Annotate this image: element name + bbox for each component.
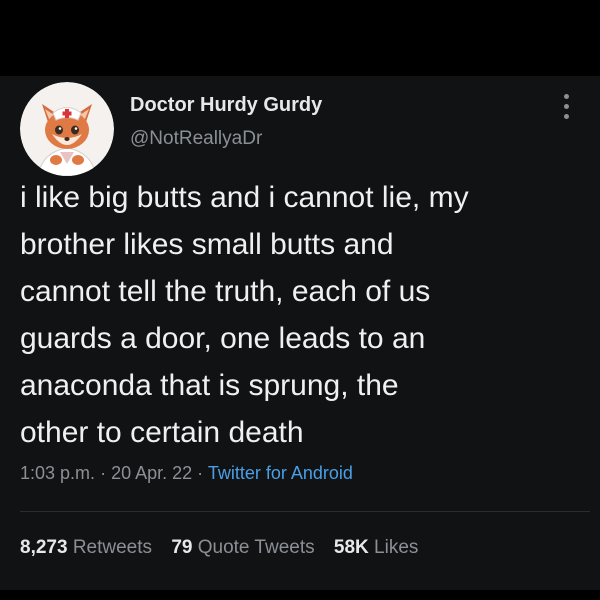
quote-tweets-stat[interactable]: 79 Quote Tweets xyxy=(171,537,314,558)
likes-stat[interactable]: 58K Likes xyxy=(334,537,419,558)
more-options-button[interactable] xyxy=(556,90,578,124)
tweet-date[interactable]: 20 Apr. 22 xyxy=(111,463,192,483)
retweets-label: Retweets xyxy=(72,537,153,558)
tweet-line: other to certain death xyxy=(20,416,304,449)
retweets-count: 8,273 xyxy=(20,537,68,558)
tweet-card: Doctor Hurdy Gurdy @NotReallyaDr i like … xyxy=(0,76,600,590)
tweet-line: anaconda that is sprung, the xyxy=(20,369,399,402)
meta-separator: · xyxy=(197,463,204,483)
tweet-meta: 1:03 p.m. · 20 Apr. 22 · Twitter for And… xyxy=(20,463,353,484)
retweets-stat[interactable]: 8,273 Retweets xyxy=(20,537,152,558)
tweet-line: cannot tell the truth, each of us xyxy=(20,275,431,308)
avatar[interactable] xyxy=(20,82,114,176)
tweet-text: i like big butts and i cannot lie, my br… xyxy=(20,174,590,456)
author-handle[interactable]: @NotReallyaDr xyxy=(130,128,262,150)
tweet-stats: 8,273 Retweets 79 Quote Tweets 58K Likes xyxy=(20,537,432,559)
likes-label: Likes xyxy=(374,537,419,558)
quote-tweets-count: 79 xyxy=(171,537,193,558)
tweet-time[interactable]: 1:03 p.m. xyxy=(20,463,95,483)
likes-count: 58K xyxy=(333,537,369,558)
quote-tweets-label: Quote Tweets xyxy=(197,537,315,558)
tweet-line: i like big butts and i cannot lie, my xyxy=(20,181,469,214)
meta-separator: · xyxy=(100,463,107,483)
tweet-source-link[interactable]: Twitter for Android xyxy=(208,463,353,483)
author-display-name[interactable]: Doctor Hurdy Gurdy xyxy=(130,94,322,117)
fox-doctor-avatar-icon xyxy=(20,82,114,176)
divider xyxy=(20,511,590,512)
tweet-line: brother likes small butts and xyxy=(20,228,394,261)
tweet-line: guards a door, one leads to an xyxy=(20,322,426,355)
